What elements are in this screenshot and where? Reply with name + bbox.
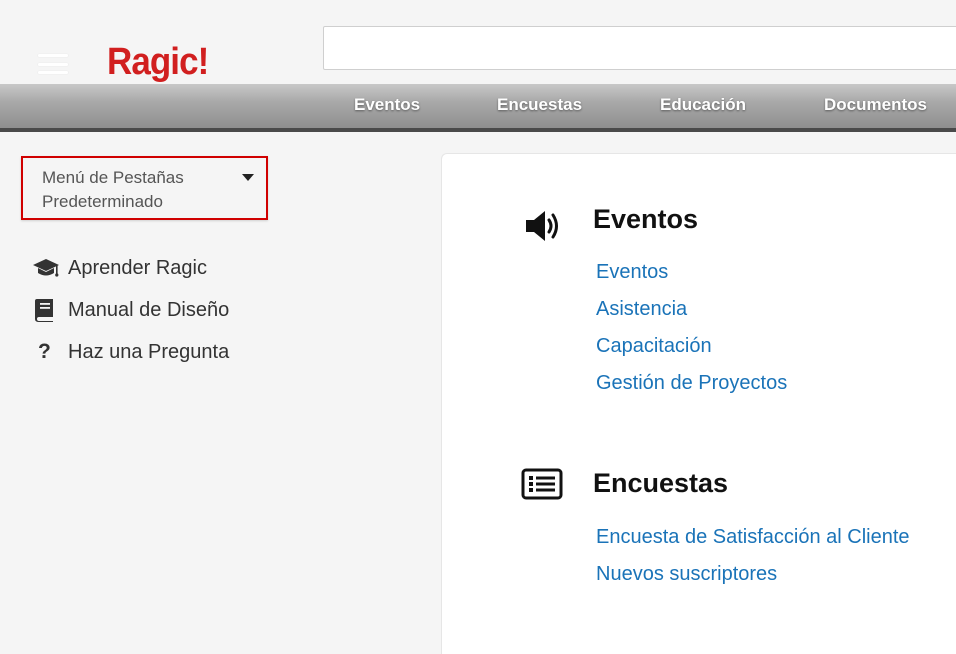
ragic-logo[interactable]: Ragic! [107,40,209,84]
main-panel: Eventos Eventos Asistencia Capacitación … [441,153,956,654]
section-link[interactable]: Asistencia [596,298,687,321]
section-link[interactable]: Eventos [596,261,668,284]
header: Ragic! [0,0,956,84]
tab-menu-label: Menú de Pestañas Predeterminado [42,168,184,211]
section-link[interactable]: Gestión de Proyectos [596,372,787,395]
graduation-cap-icon [32,256,60,280]
section-link[interactable]: Nuevos suscriptores [596,563,777,586]
top-nav-bar: Eventos Encuestas Educación Documentos [0,84,956,132]
search-input[interactable] [323,26,956,70]
sidebar-link-label: Aprender Ragic [68,256,207,279]
list-icon [521,468,563,505]
sidebar-link-manual-diseno[interactable]: Manual de Diseño [32,295,229,325]
question-icon: ? [38,340,51,363]
caret-down-icon [242,174,254,181]
sidebar-link-label: Manual de Diseño [68,298,230,321]
sidebar-link-aprender-ragic[interactable]: Aprender Ragic [32,253,207,283]
nav-tab-documentos[interactable]: Documentos [824,84,927,128]
nav-tab-encuestas[interactable]: Encuestas [497,84,582,128]
nav-tab-educacion[interactable]: Educación [660,84,746,128]
speaker-icon [524,209,562,248]
sidebar: Menú de Pestañas Predeterminado Aprender… [0,132,440,643]
tab-menu-dropdown[interactable]: Menú de Pestañas Predeterminado [21,156,268,220]
section-link[interactable]: Encuesta de Satisfacción al Cliente [596,526,910,549]
nav-tab-eventos[interactable]: Eventos [354,84,420,128]
book-icon [32,298,60,322]
section-title-eventos: Eventos [593,204,699,234]
section-link[interactable]: Capacitación [596,335,712,358]
sidebar-link-haz-pregunta[interactable]: ? Haz una Pregunta [32,337,229,367]
section-title-encuestas: Encuestas [593,468,729,498]
hamburger-menu-icon[interactable] [38,54,68,74]
sidebar-link-label: Haz una Pregunta [68,340,230,363]
